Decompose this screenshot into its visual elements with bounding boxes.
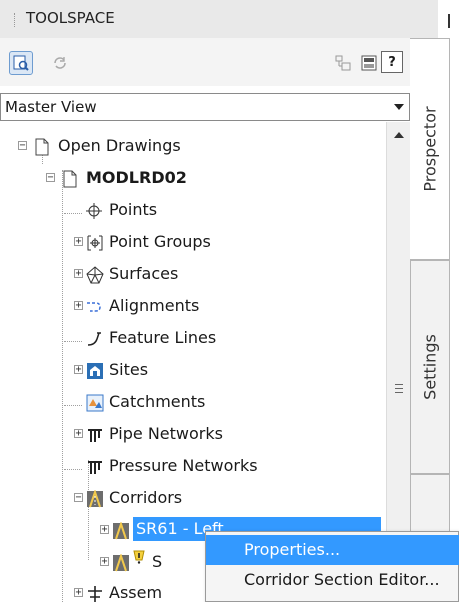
- item-view-icon[interactable]: [332, 52, 354, 74]
- tree-item-pressure-networks[interactable]: Pressure Networks: [0, 451, 386, 483]
- collapse-icon[interactable]: −: [74, 493, 83, 503]
- tree-item-point-groups[interactable]: + Point Groups: [0, 227, 386, 259]
- scroll-thumb-grip-line: [395, 388, 403, 389]
- tree-item-label: MODLRD02: [86, 168, 187, 187]
- expand-icon[interactable]: +: [74, 588, 83, 598]
- tree-item-label: Corridors: [109, 488, 183, 507]
- tree-item-label: Pressure Networks: [109, 456, 258, 475]
- refresh-icon[interactable]: [49, 52, 71, 74]
- assemblies-icon: [86, 585, 104, 602]
- tree-item-drawing[interactable]: − MODLRD02: [0, 163, 386, 195]
- surfaces-icon: [86, 266, 104, 284]
- tree-scrollbar[interactable]: [386, 122, 411, 602]
- zoom-to-icon[interactable]: [9, 51, 33, 75]
- drawing-icon: [61, 170, 79, 188]
- expand-icon[interactable]: +: [74, 301, 83, 311]
- sites-icon: [86, 362, 104, 380]
- corridor-icon: [112, 520, 130, 540]
- collapse-icon[interactable]: −: [18, 141, 27, 151]
- warning-icon: [131, 550, 149, 568]
- chevron-down-icon[interactable]: [394, 104, 404, 110]
- palette-titlebar[interactable]: TOOLSPACE: [0, 0, 438, 38]
- tree-item-surfaces[interactable]: + Surfaces: [0, 259, 386, 291]
- prospector-tree: − Open Drawings − MODLRD02 Points + Poin…: [0, 122, 386, 602]
- expand-icon[interactable]: +: [74, 429, 83, 439]
- tab-settings-label: Settings: [420, 334, 440, 400]
- expand-icon[interactable]: +: [100, 525, 109, 535]
- scroll-up-icon[interactable]: [394, 132, 404, 138]
- tree-item-label: Alignments: [109, 296, 200, 315]
- alignments-icon: [86, 298, 104, 316]
- menu-item-label: Properties...: [244, 540, 341, 559]
- tree-item-points[interactable]: Points: [0, 195, 386, 227]
- context-menu: Properties... Corridor Section Editor...: [205, 531, 459, 602]
- tree-item-sites[interactable]: + Sites: [0, 355, 386, 387]
- tab-prospector-label: Prospector: [420, 106, 439, 192]
- tree-item-label: Points: [109, 200, 158, 219]
- tree-item-label: S: [152, 552, 163, 571]
- menu-item-properties[interactable]: Properties...: [206, 535, 459, 565]
- drawings-icon: [33, 138, 51, 156]
- expand-icon[interactable]: +: [100, 557, 109, 567]
- palette-title: TOOLSPACE: [26, 9, 115, 27]
- pipe-networks-icon: [86, 426, 104, 444]
- tree-item-open-drawings[interactable]: − Open Drawings: [0, 131, 386, 163]
- corridors-icon: [86, 488, 104, 508]
- tree-item-pipe-networks[interactable]: + Pipe Networks: [0, 419, 386, 451]
- tree-item-label: Catchments: [109, 392, 206, 411]
- expand-icon[interactable]: +: [74, 237, 83, 247]
- tree-item-label: Sites: [109, 360, 149, 379]
- menu-item-label: Corridor Section Editor...: [244, 570, 440, 589]
- point-groups-icon: [86, 234, 104, 252]
- tree-item-feature-lines[interactable]: Feature Lines: [0, 323, 386, 355]
- corridor-icon: [112, 552, 130, 572]
- scroll-thumb-grip-line: [395, 392, 403, 393]
- pressure-networks-icon: [86, 458, 104, 476]
- scroll-thumb-grip[interactable]: [395, 384, 403, 385]
- tab-settings[interactable]: Settings: [410, 260, 450, 474]
- tree-item-label: Surfaces: [109, 264, 179, 283]
- tree-item-corridors[interactable]: − Corridors: [0, 483, 386, 515]
- tree-item-label: Pipe Networks: [109, 424, 223, 443]
- catchments-icon: [86, 394, 104, 412]
- points-icon: [85, 202, 103, 220]
- feature-lines-icon: [86, 330, 104, 348]
- tab-prospector[interactable]: Prospector: [410, 38, 450, 260]
- view-select[interactable]: Master View: [0, 93, 410, 121]
- help-button[interactable]: ?: [381, 51, 403, 73]
- tree-item-label: Open Drawings: [58, 136, 181, 155]
- collapse-icon[interactable]: −: [46, 173, 55, 183]
- palette-tabs: Prospector Settings: [410, 38, 459, 602]
- expand-icon[interactable]: +: [74, 269, 83, 279]
- expand-icon[interactable]: +: [74, 365, 83, 375]
- tree-item-catchments[interactable]: Catchments: [0, 387, 386, 419]
- grip-handle[interactable]: [14, 13, 17, 27]
- menu-item-corridor-section-editor[interactable]: Corridor Section Editor...: [206, 565, 459, 595]
- tree-item-label: Feature Lines: [109, 328, 217, 347]
- toolbar: ?: [0, 38, 410, 86]
- tree-item-label: Assem: [109, 583, 163, 602]
- tree-item-alignments[interactable]: + Alignments: [0, 291, 386, 323]
- view-select-value: Master View: [5, 98, 97, 116]
- list-view-icon[interactable]: [358, 52, 380, 74]
- tree-item-label: Point Groups: [109, 232, 211, 251]
- window-edge: [448, 14, 450, 28]
